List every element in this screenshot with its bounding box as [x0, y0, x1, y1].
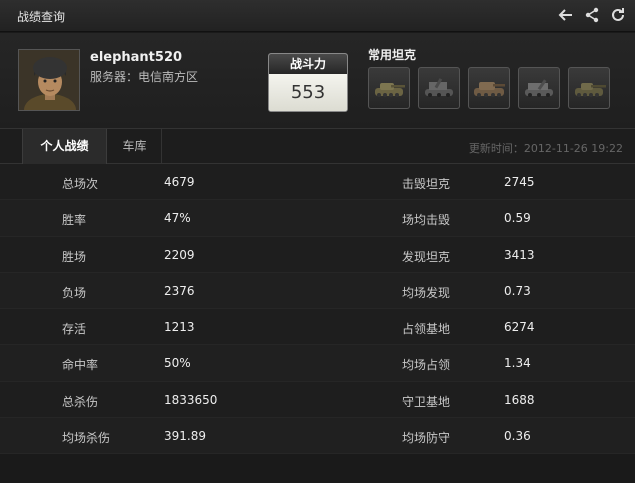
- update-time-value: 2012-11-26 19:22: [523, 142, 623, 155]
- table-row: 存活 1213 占领基地 6274: [0, 309, 635, 346]
- stat-value: 1688: [504, 392, 535, 407]
- table-row: 均场杀伤 391.89 均场防守 0.36: [0, 418, 635, 455]
- stat-value: 391.89: [164, 429, 206, 444]
- stat-value: 1.34: [504, 356, 531, 371]
- battle-power-label: 战斗力: [269, 54, 347, 74]
- update-time-label: 更新时间：: [468, 142, 524, 155]
- stat-label: 均场发现: [402, 285, 451, 300]
- player-profile: elephant520 服务器：电信南方区 战斗力 553 常用坦克: [0, 33, 635, 128]
- battle-power-card: 战斗力 553: [268, 53, 348, 112]
- stat-label: 存活: [62, 322, 87, 337]
- stat-value: 2209: [164, 247, 195, 262]
- tab-garage[interactable]: 车库: [108, 129, 162, 164]
- tab-personal-stats[interactable]: 个人战绩: [22, 129, 107, 164]
- spg-icon[interactable]: [518, 67, 560, 109]
- stat-label: 胜率: [62, 213, 87, 228]
- battle-power-value: 553: [269, 74, 347, 111]
- stat-label: 总场次: [62, 177, 99, 191]
- stat-value: 2376: [164, 283, 195, 298]
- player-name: elephant520: [90, 50, 183, 65]
- stat-label: 守卫基地: [402, 394, 451, 409]
- stat-value: 50%: [164, 356, 191, 371]
- favorite-tanks-list: [368, 67, 610, 109]
- stat-label: 均场防守: [402, 431, 451, 446]
- table-row: 负场 2376 均场发现 0.73: [0, 272, 635, 310]
- stat-label: 均场占领: [402, 358, 451, 373]
- stat-label: 命中率: [62, 358, 99, 373]
- title-bar: 战绩查询: [0, 0, 635, 32]
- tab-bar: 个人战绩 车库 更新时间：2012-11-26 19:22: [0, 128, 635, 164]
- stat-label: 发现坦克: [402, 249, 451, 264]
- stat-value: 6274: [504, 320, 535, 335]
- avatar: [18, 49, 80, 111]
- stat-label: 击毁坦克: [402, 177, 451, 191]
- table-row: 命中率 50% 均场占领 1.34: [0, 345, 635, 382]
- stat-value: 4679: [164, 175, 195, 189]
- server-label: 服务器：: [90, 70, 139, 84]
- stat-label: 场均击毁: [402, 213, 451, 228]
- stat-label: 均场杀伤: [62, 431, 111, 446]
- refresh-icon[interactable]: [609, 6, 627, 24]
- table-row: 总杀伤 1833650 守卫基地 1688: [0, 381, 635, 419]
- update-time: 更新时间：2012-11-26 19:22: [469, 140, 623, 156]
- table-row: 总场次 4679 击毁坦克 2745: [0, 164, 635, 201]
- stat-label: 胜场: [62, 249, 87, 264]
- title-bar-actions: [557, 6, 627, 24]
- window-title: 战绩查询: [17, 10, 66, 24]
- stat-label: 负场: [62, 285, 87, 300]
- stat-value: 0.36: [504, 429, 531, 444]
- stat-label: 总杀伤: [62, 394, 99, 409]
- stat-label: 占领基地: [402, 322, 451, 337]
- share-icon[interactable]: [583, 6, 601, 24]
- stat-value: 0.59: [504, 211, 531, 226]
- stat-value: 3413: [504, 247, 535, 262]
- stat-value: 1833650: [164, 392, 218, 407]
- spg-icon[interactable]: [418, 67, 460, 109]
- stat-value: 47%: [164, 211, 191, 226]
- table-row: 胜率 47% 场均击毁 0.59: [0, 200, 635, 237]
- back-arrow-icon[interactable]: [557, 6, 575, 24]
- stat-value: 0.73: [504, 283, 531, 298]
- tank-icon[interactable]: [568, 67, 610, 109]
- tank-icon[interactable]: [368, 67, 410, 109]
- server-value: 电信南方区: [138, 70, 199, 84]
- tank-icon[interactable]: [468, 67, 510, 109]
- favorite-tanks-label: 常用坦克: [368, 48, 417, 62]
- server-info: 服务器：电信南方区: [90, 68, 198, 85]
- stat-value: 1213: [164, 320, 195, 335]
- table-row: 胜场 2209 发现坦克 3413: [0, 236, 635, 273]
- stat-value: 2745: [504, 175, 535, 189]
- stats-table: 总场次 4679 击毁坦克 2745 胜率 47% 场均击毁 0.59 胜场 2…: [0, 164, 635, 455]
